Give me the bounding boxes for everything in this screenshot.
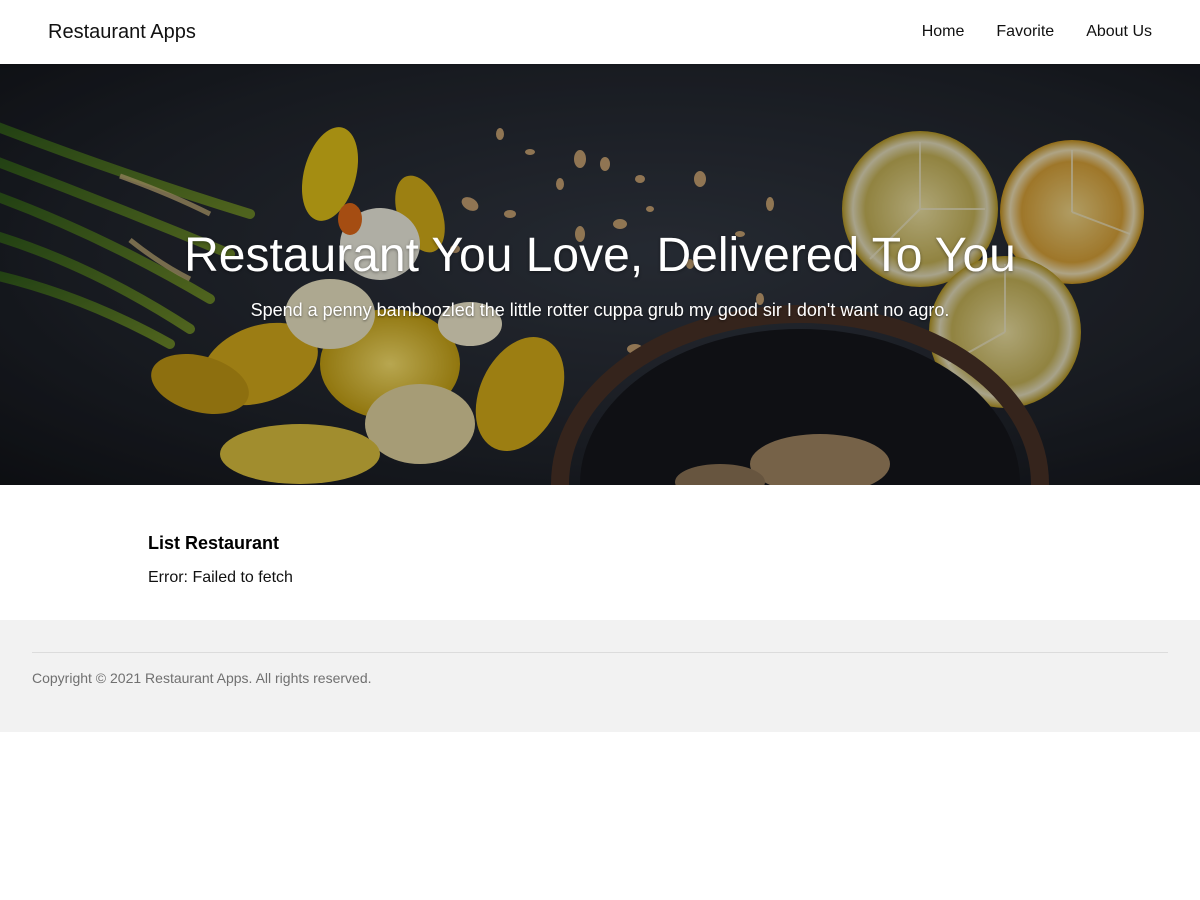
copyright-text: Copyright © 2021 Restaurant Apps. All ri…	[32, 670, 372, 686]
nav-favorite[interactable]: Favorite	[980, 15, 1070, 49]
nav-about-us[interactable]: About Us	[1070, 15, 1152, 49]
main-content: List Restaurant Error: Failed to fetch	[0, 485, 1200, 620]
main-nav: Home Favorite About Us	[906, 15, 1152, 49]
error-message: Error: Failed to fetch	[148, 569, 293, 586]
hero-title: Restaurant You Love, Delivered To You	[184, 229, 1016, 282]
page-footer: Copyright © 2021 Restaurant Apps. All ri…	[0, 620, 1200, 732]
nav-home[interactable]: Home	[906, 15, 981, 49]
section-title: List Restaurant	[148, 533, 280, 553]
hero-banner: Restaurant You Love, Delivered To You Sp…	[0, 64, 1200, 485]
hero-text-block: Restaurant You Love, Delivered To You Sp…	[0, 64, 1200, 485]
hero-subtitle: Spend a penny bamboozled the little rott…	[250, 300, 950, 320]
app-header: Restaurant Apps Home Favorite About Us	[0, 0, 1200, 64]
footer-divider	[32, 652, 1168, 653]
brand-link[interactable]: Restaurant Apps	[48, 21, 196, 44]
